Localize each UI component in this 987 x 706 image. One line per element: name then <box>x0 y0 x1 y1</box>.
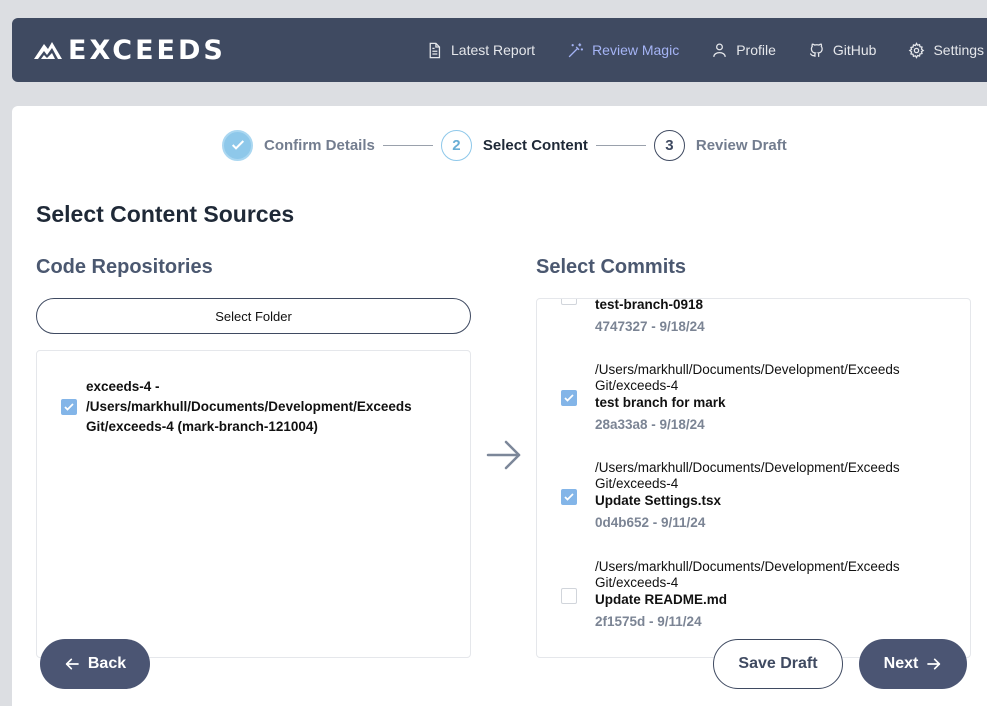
arrow-right-icon <box>486 440 521 470</box>
step-connector <box>382 144 433 146</box>
check-icon <box>564 493 574 501</box>
repository-label: exceeds-4 - /Users/markhull/Documents/De… <box>86 379 412 434</box>
arrow-right-icon <box>927 658 941 670</box>
check-icon <box>231 140 244 150</box>
stepper: Confirm Details 2 Select Content 3 Revie… <box>222 129 795 161</box>
nav-latest-report-label: Latest Report <box>451 42 536 58</box>
commit-meta: 0d4b652 - 9/11/24 <box>595 515 706 530</box>
main-card: Confirm Details 2 Select Content 3 Revie… <box>12 106 987 706</box>
save-draft-button[interactable]: Save Draft <box>713 639 843 689</box>
github-icon <box>809 43 823 57</box>
magic-wand-icon <box>568 42 583 57</box>
brand-logo[interactable]: EXCEEDS <box>32 34 226 66</box>
commits-title: Select Commits <box>536 256 687 278</box>
step-2-circle: 2 <box>440 129 472 161</box>
step-3-label: Review Draft <box>695 136 787 154</box>
top-navbar: EXCEEDS Latest Report Review Magic Profi… <box>12 18 987 82</box>
back-button-label: Back <box>87 655 127 672</box>
commit-meta: 28a33a8 - 9/18/24 <box>595 417 705 432</box>
nav-settings[interactable]: Settings <box>908 41 985 59</box>
commit-content: test-branch-0918 4747327 - 9/18/24 <box>595 298 965 334</box>
nav-latest-report[interactable]: Latest Report <box>426 42 535 59</box>
repository-item: exceeds-4 - /Users/markhull/Documents/De… <box>61 377 441 437</box>
repository-checkbox[interactable] <box>61 399 77 415</box>
arrow-left-icon <box>65 658 79 670</box>
mountain-logo-icon <box>34 42 62 59</box>
step-connector <box>595 144 646 146</box>
commit-message: test-branch-0918 <box>595 298 704 312</box>
main-nav: Latest Report Review Magic Profile GitHu… <box>426 18 987 82</box>
commit-checkbox[interactable] <box>561 390 577 406</box>
nav-profile-label: Profile <box>736 42 776 58</box>
next-button-label: Next <box>883 655 919 672</box>
commit-path: /Users/markhull/Documents/Development/Ex… <box>595 559 900 590</box>
commit-content: /Users/markhull/Documents/Development/Ex… <box>595 460 965 530</box>
commit-checkbox[interactable] <box>561 299 577 305</box>
commit-meta: 2f1575d - 9/11/24 <box>595 614 702 629</box>
nav-github-label: GitHub <box>832 42 877 58</box>
document-icon <box>429 42 441 58</box>
select-folder-button[interactable]: Select Folder <box>36 298 471 334</box>
step-2-label: Select Content <box>482 136 588 154</box>
commit-message: test branch for mark <box>595 395 726 410</box>
nav-review-magic[interactable]: Review Magic <box>567 42 679 59</box>
gear-icon <box>909 41 925 59</box>
repositories-title: Code Repositories <box>36 256 213 278</box>
nav-github[interactable]: GitHub <box>808 42 877 59</box>
user-icon <box>713 42 727 57</box>
commit-list: test-branch-0918 4747327 - 9/18/24 /User… <box>536 298 971 658</box>
commit-checkbox[interactable] <box>561 588 577 604</box>
commit-content: /Users/markhull/Documents/Development/Ex… <box>595 362 965 432</box>
commit-checkbox[interactable] <box>561 489 577 505</box>
check-icon <box>564 394 574 402</box>
nav-profile[interactable]: Profile <box>711 42 776 59</box>
commit-path: /Users/markhull/Documents/Development/Ex… <box>595 362 900 393</box>
step-1-label: Confirm Details <box>264 136 375 154</box>
brand-name: EXCEEDS <box>68 34 226 66</box>
step-3-circle: 3 <box>653 129 685 161</box>
next-button[interactable]: Next <box>859 639 967 689</box>
repository-list: exceeds-4 - /Users/markhull/Documents/De… <box>36 350 471 658</box>
back-button[interactable]: Back <box>40 639 150 689</box>
nav-settings-label: Settings <box>933 42 985 58</box>
commit-message: Update Settings.tsx <box>595 493 722 508</box>
commit-meta: 4747327 - 9/18/24 <box>595 319 705 334</box>
commit-message: Update README.md <box>595 592 728 607</box>
commit-path: /Users/markhull/Documents/Development/Ex… <box>595 460 900 491</box>
page-title: Select Content Sources <box>36 201 295 227</box>
commit-content: /Users/markhull/Documents/Development/Ex… <box>595 559 965 629</box>
check-icon <box>64 403 74 411</box>
step-1-circle <box>222 129 253 161</box>
nav-review-magic-label: Review Magic <box>592 42 680 58</box>
save-draft-label: Save Draft <box>738 655 818 672</box>
